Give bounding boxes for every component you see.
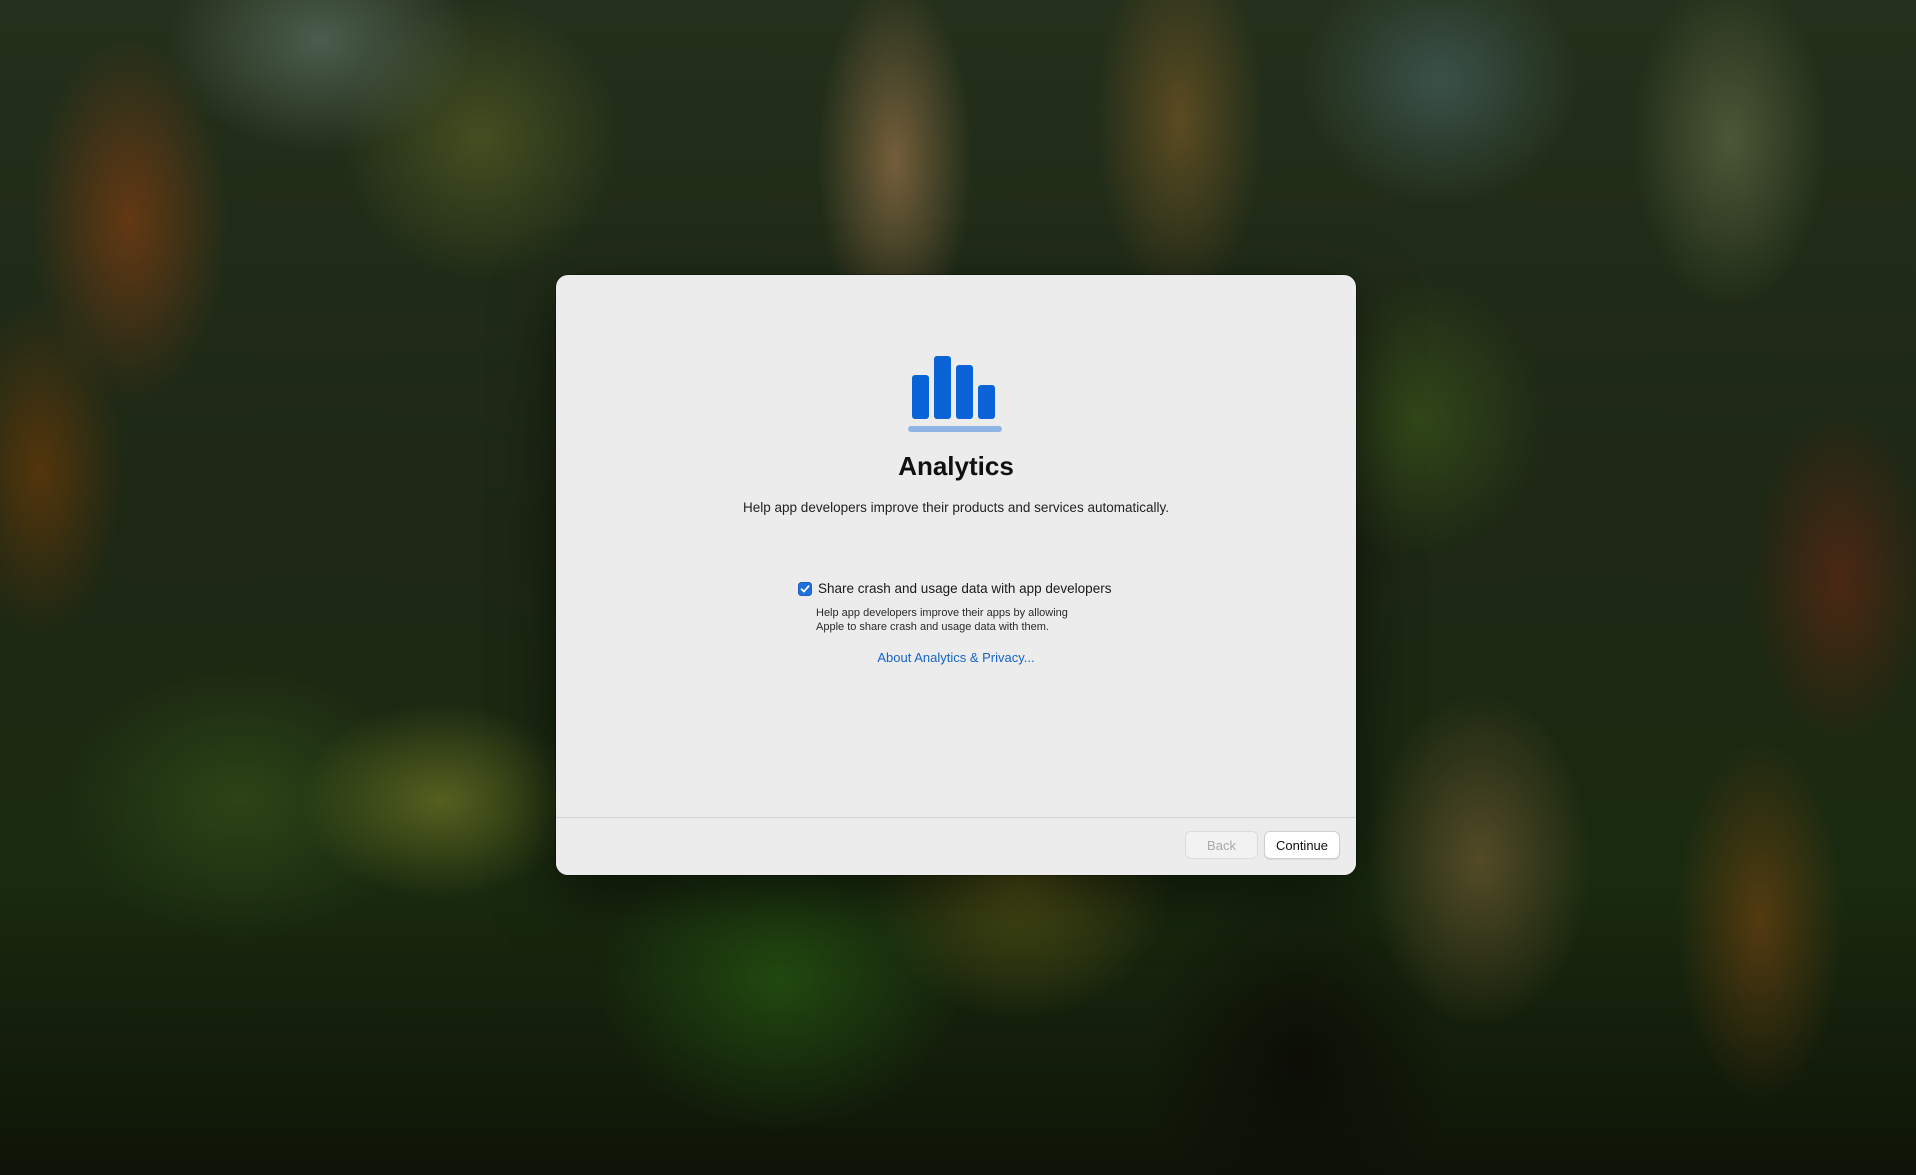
continue-button[interactable]: Continue xyxy=(1264,831,1340,859)
page-subtitle: Help app developers improve their produc… xyxy=(743,500,1169,515)
description-line: Help app developers improve their apps b… xyxy=(816,607,1068,619)
share-data-option[interactable]: Share crash and usage data with app deve… xyxy=(798,581,1111,596)
page-title: Analytics xyxy=(898,451,1014,481)
description-line: Apple to share crash and usage data with… xyxy=(816,621,1049,633)
about-analytics-privacy-link[interactable]: About Analytics & Privacy... xyxy=(556,650,1356,665)
share-data-description: Help app developers improve their apps b… xyxy=(816,606,1116,634)
dialog-footer: Back Continue xyxy=(556,817,1356,875)
share-data-label[interactable]: Share crash and usage data with app deve… xyxy=(818,581,1111,596)
bar-chart-icon xyxy=(908,355,1004,435)
checkmark-icon xyxy=(800,584,810,592)
setup-dialog: Analytics Help app developers improve th… xyxy=(556,275,1356,875)
share-data-checkbox[interactable] xyxy=(798,581,812,596)
dialog-content: Analytics Help app developers improve th… xyxy=(556,275,1356,817)
back-button[interactable]: Back xyxy=(1185,831,1258,859)
